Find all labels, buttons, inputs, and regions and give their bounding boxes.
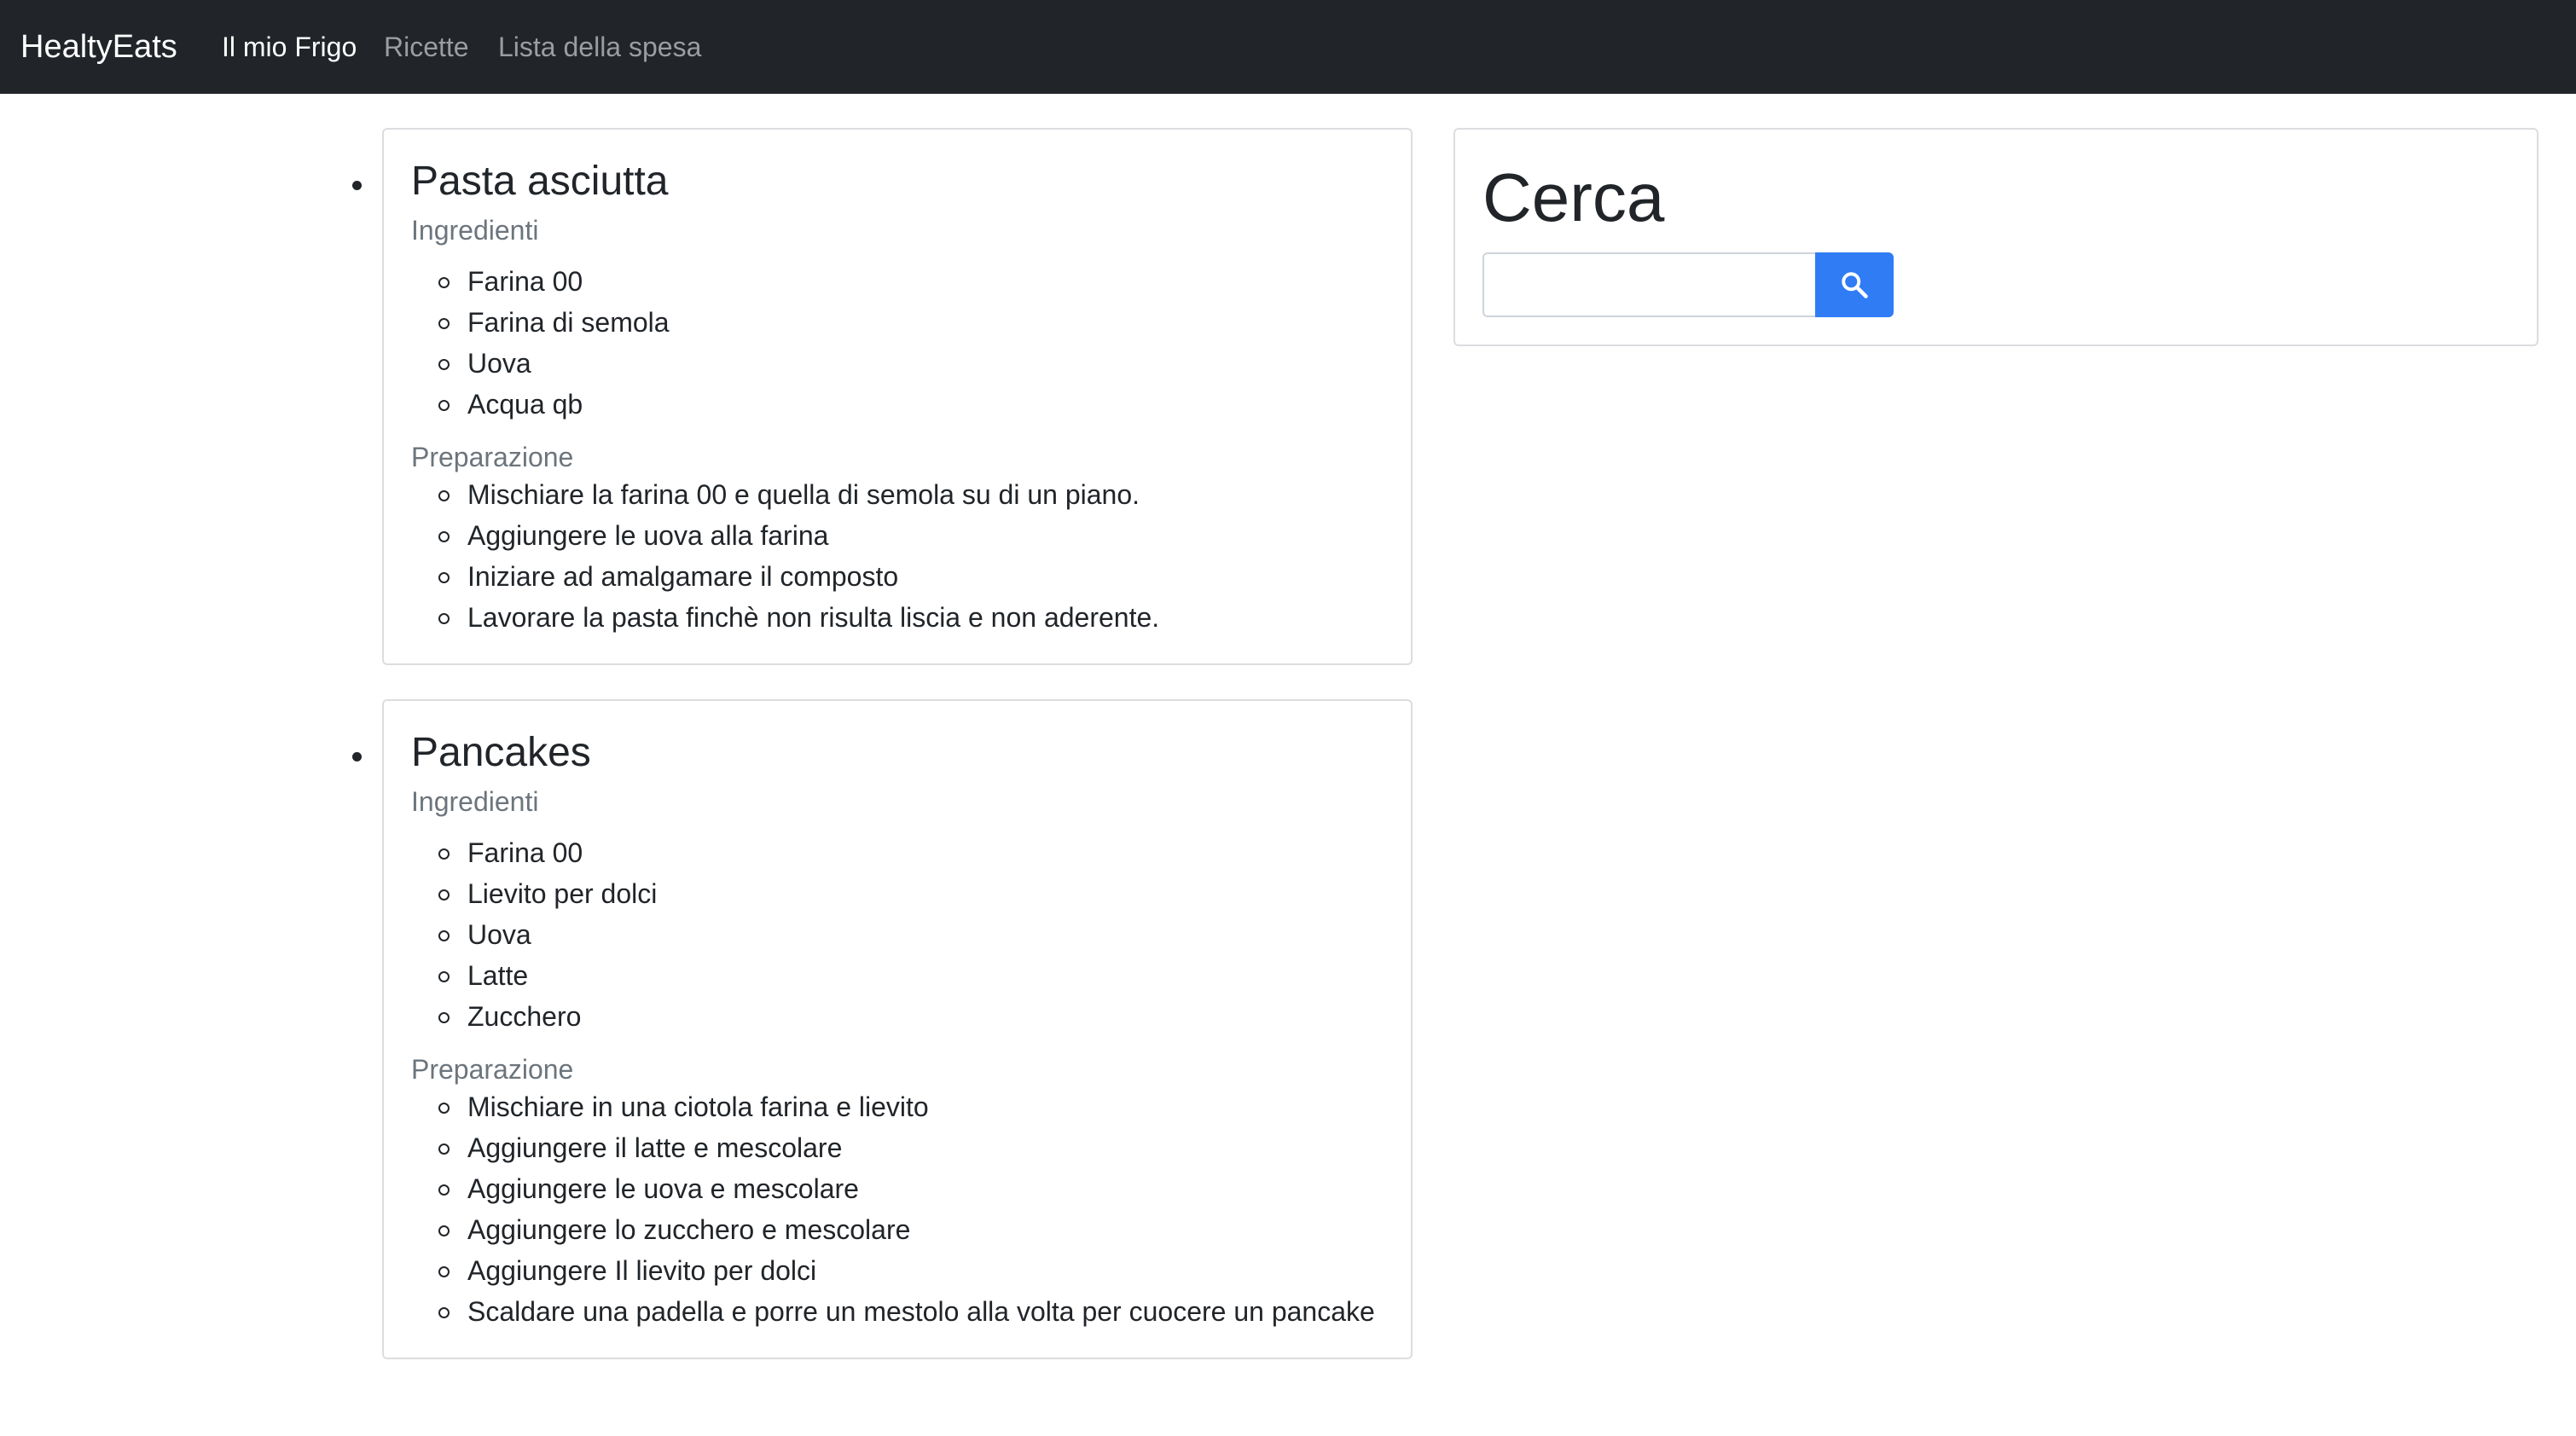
list-circle-icon: [438, 1307, 450, 1318]
search-button[interactable]: [1815, 252, 1894, 317]
list-circle-icon: [438, 1012, 450, 1023]
list-circle-icon: [438, 1103, 450, 1114]
preparation-label: Preparazione: [411, 1054, 574, 1085]
recipe-bullet: [352, 181, 362, 190]
list-circle-icon: [438, 490, 450, 501]
list-circle-icon: [438, 1225, 450, 1236]
list-circle-icon: [438, 572, 450, 583]
recipe-bullet: [352, 752, 362, 761]
list-circle-icon: [438, 318, 450, 329]
list-circle-icon: [438, 277, 450, 288]
list-circle-icon: [438, 1144, 450, 1155]
search-input[interactable]: [1482, 252, 1815, 317]
list-circle-icon: [438, 1266, 450, 1277]
list-circle-icon: [438, 359, 450, 370]
list-circle-icon: [438, 531, 450, 542]
recipe-card-pasta-asciutta: Pasta asciutta Ingredienti Farina 00 Far…: [382, 128, 1413, 665]
ingredients-label: Ingredienti: [411, 786, 539, 817]
search-title: Cerca: [1482, 159, 1665, 235]
search-icon: [1842, 272, 1868, 298]
search-card: Cerca: [1453, 128, 2538, 346]
recipe-title: Pasta asciutta: [411, 159, 669, 204]
nav-link-lista-della-spesa[interactable]: Lista della spesa: [498, 27, 701, 67]
nav-link-ricette[interactable]: Ricette: [384, 27, 469, 67]
list-circle-icon: [438, 848, 450, 860]
list-circle-icon: [438, 613, 450, 624]
ingredients-label: Ingredienti: [411, 215, 539, 246]
recipe-title: Pancakes: [411, 730, 591, 775]
list-circle-icon: [438, 889, 450, 900]
recipe-card-pancakes: Pancakes Ingredienti Farina 00 Lievito p…: [382, 699, 1413, 1359]
nav-link-il-mio-frigo[interactable]: Il mio Frigo: [222, 27, 357, 67]
list-circle-icon: [438, 400, 450, 411]
list-circle-icon: [438, 1184, 450, 1196]
preparation-label: Preparazione: [411, 442, 574, 472]
list-circle-icon: [438, 930, 450, 941]
brand-logo[interactable]: HealtyEats: [20, 24, 177, 70]
navbar: HealtyEats Il mio Frigo Ricette Lista de…: [0, 0, 2576, 94]
list-circle-icon: [438, 971, 450, 982]
